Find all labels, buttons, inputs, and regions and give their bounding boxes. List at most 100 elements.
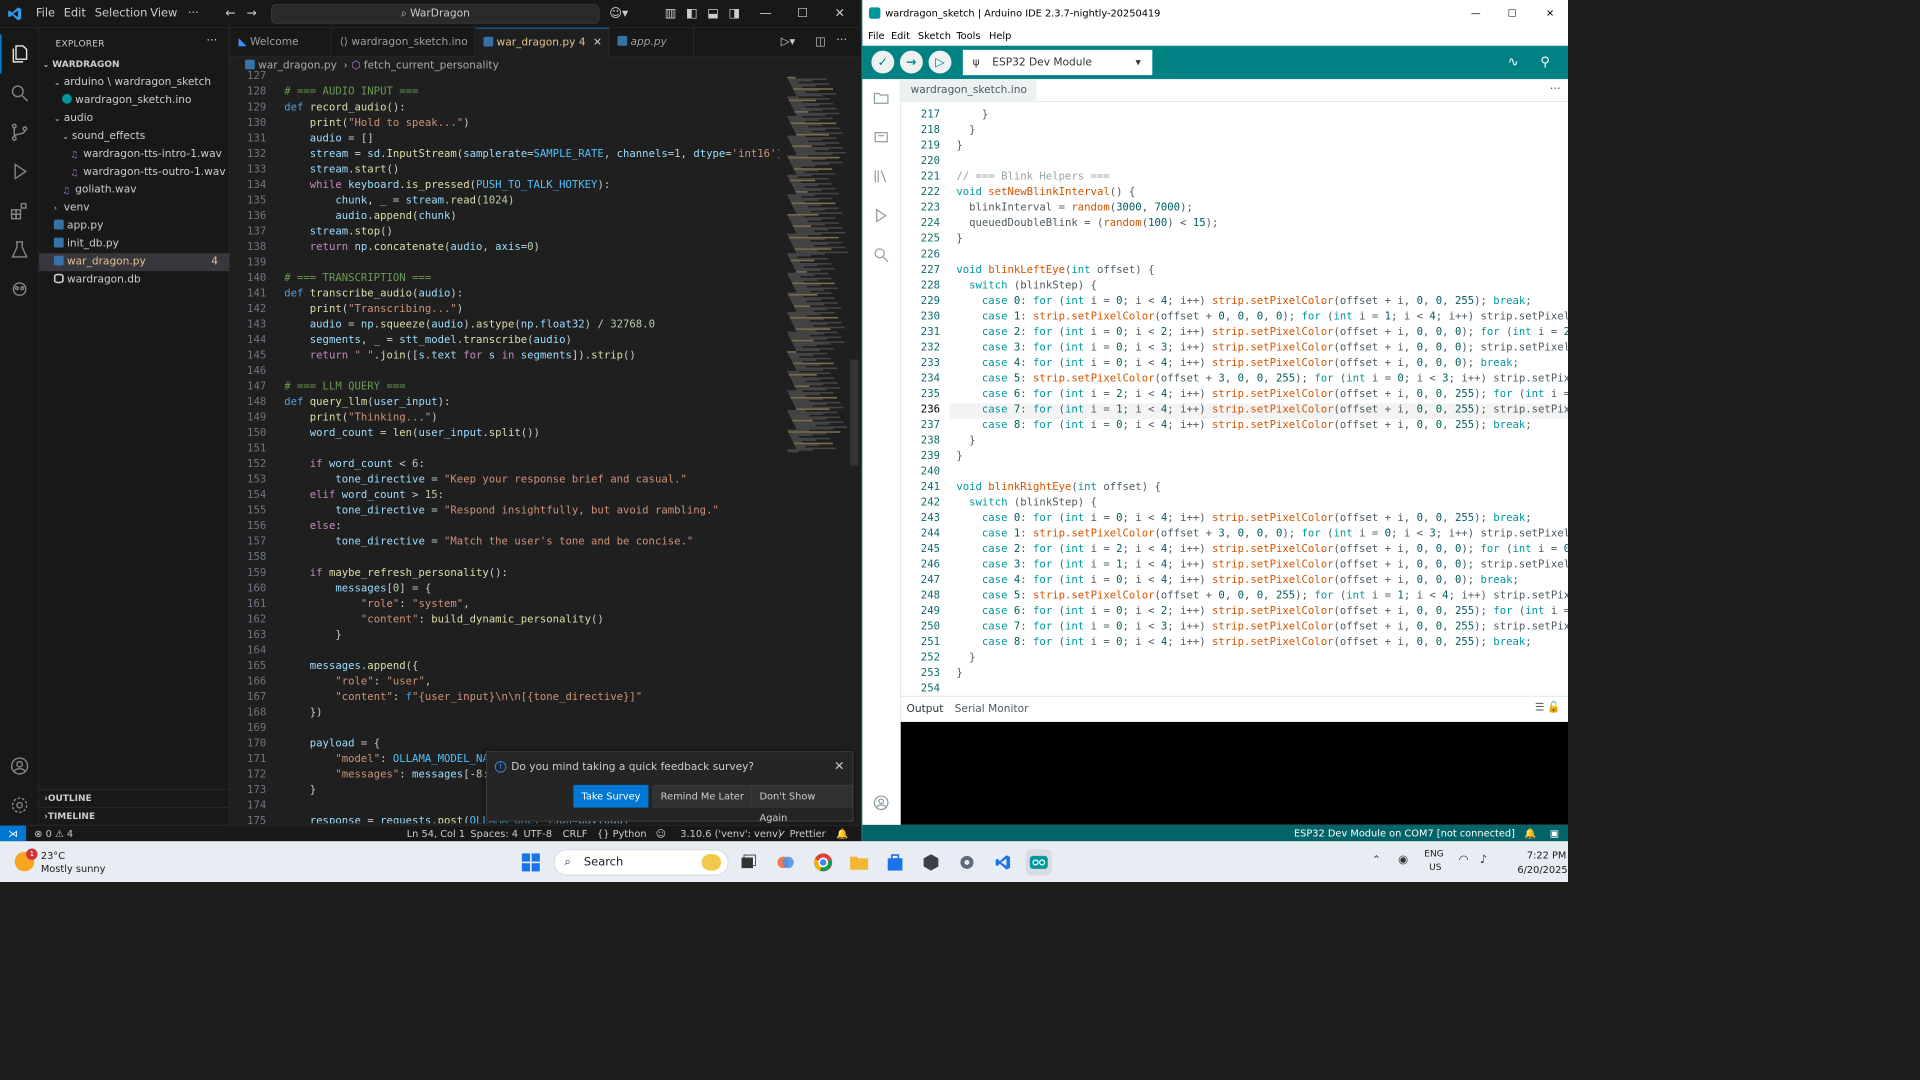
menu-help[interactable]: Help — [989, 26, 1011, 46]
upload-button[interactable]: → — [899, 50, 923, 74]
menu-file[interactable]: File — [36, 7, 55, 20]
tree-item[interactable]: › venv — [39, 199, 229, 217]
tree-item[interactable]: ⌄ sound_effects — [39, 127, 229, 145]
tree-item[interactable]: ⌄ audio — [39, 109, 229, 127]
outline-section[interactable]: ›OUTLINE — [39, 788, 230, 807]
remote-icon[interactable]: ⋊ — [0, 825, 27, 842]
serial-plotter-icon[interactable]: ∿ — [1508, 54, 1519, 70]
take-survey-button[interactable]: Take Survey — [573, 784, 649, 808]
problems-indicator[interactable]: ⊗ 0 ⚠ 4 — [34, 826, 73, 842]
close-notification-icon[interactable]: ✕ — [834, 759, 844, 774]
extensions-icon[interactable] — [0, 191, 39, 230]
copilot-icon[interactable]: ☺▾ — [609, 6, 628, 21]
output-tab[interactable]: Output — [907, 703, 944, 715]
menu-selection[interactable]: Selection — [95, 7, 148, 20]
wifi-icon[interactable]: ◠ — [1459, 853, 1469, 866]
accounts-icon[interactable] — [0, 746, 39, 785]
menu-view[interactable]: View — [150, 7, 177, 20]
taskbar-search[interactable]: ⌕ Search — [553, 849, 729, 876]
clock[interactable]: 7:22 PM 6/20/2025 — [1517, 848, 1567, 877]
language-mode[interactable]: {} Python — [597, 826, 647, 842]
split-editor-icon[interactable]: ◫ — [815, 35, 826, 48]
search-icon[interactable] — [0, 74, 39, 113]
arduino-code-editor[interactable]: 217 } 218 } 219} 220 221 // === Blink Helpers… — [900, 102, 1569, 696]
chrome-icon[interactable] — [810, 849, 836, 875]
store-icon[interactable] — [882, 849, 908, 875]
network-icon[interactable]: ◉ — [1398, 853, 1408, 866]
line-ending[interactable]: CRLF — [563, 826, 588, 842]
chevron-up-icon[interactable]: ⌃ — [1372, 854, 1381, 866]
minimap[interactable] — [784, 75, 850, 824]
keyboard-layout[interactable]: US — [1429, 862, 1441, 873]
tree-item[interactable]: ♫ goliath.wav — [39, 181, 229, 199]
explorer-icon[interactable] — [0, 34, 39, 74]
language-indicator[interactable]: ENG — [1424, 849, 1443, 860]
tree-item[interactable]: war_dragon.py 4 — [39, 252, 230, 271]
sketchbook-folder-icon[interactable] — [872, 89, 890, 107]
breadcrumb-file[interactable]: war_dragon.py — [258, 60, 337, 72]
task-view-icon[interactable] — [735, 849, 761, 875]
copilot-icon[interactable] — [773, 849, 799, 875]
toggle-panel-icon[interactable]: ⬓ — [707, 6, 719, 21]
app-cube-icon[interactable] — [918, 849, 944, 875]
tree-item[interactable]: ⌄ arduino \ wardragon_sketch — [39, 74, 229, 92]
menu-file[interactable]: File — [868, 26, 884, 46]
tab-war-dragon-py[interactable]: war_dragon.py 4 ✕ — [475, 27, 610, 58]
tab-wardragon-sketch[interactable]: ⟨⟩ wardragon_sketch.ino — [332, 27, 476, 58]
minimize-icon[interactable]: — — [760, 6, 772, 21]
board-connection-status[interactable]: ESP32 Dev Module on COM7 [not connected] — [1294, 825, 1515, 841]
copilot-status-icon[interactable]: ☺ — [656, 826, 666, 842]
testing-icon[interactable] — [0, 230, 39, 269]
close-icon[interactable]: ✕ — [835, 6, 845, 21]
prettier-status[interactable]: ✓ Prettier — [778, 826, 825, 842]
weather-widget[interactable]: 1 23°C Mostly sunny — [14, 848, 146, 877]
code-editor[interactable]: # === AUDIO INPUT === def record_audio():… — [284, 75, 779, 823]
clear-output-icon[interactable]: ☰ — [1535, 702, 1545, 714]
tab-close-icon[interactable]: ✕ — [593, 29, 602, 58]
arduino-taskbar-icon[interactable] — [1025, 849, 1052, 876]
volume-icon[interactable]: ♪ — [1480, 853, 1487, 866]
serial-monitor-tab[interactable]: Serial Monitor — [955, 703, 1029, 715]
nav-back-icon[interactable]: ← — [225, 6, 235, 21]
tab-more-icon[interactable]: ··· — [1550, 82, 1561, 95]
command-center-search[interactable]: ⌕ WarDragon — [271, 4, 600, 24]
serial-monitor-icon[interactable]: ⚲ — [1540, 54, 1550, 70]
menu-more[interactable]: ··· — [188, 7, 199, 20]
explorer-more-icon[interactable]: ··· — [206, 34, 217, 47]
nav-forward-icon[interactable]: → — [247, 6, 257, 21]
maximize-icon[interactable]: ☐ — [797, 6, 808, 21]
tree-item[interactable]: init_db.py — [39, 235, 229, 253]
editor-scrollbar[interactable] — [850, 359, 859, 466]
remind-later-button[interactable]: Remind Me Later — [652, 784, 753, 808]
boards-manager-icon[interactable] — [872, 128, 890, 146]
toggle-sidebar-icon[interactable]: ◧ — [686, 6, 698, 21]
notifications-bell-icon[interactable]: 🔔 — [836, 826, 848, 842]
tab-app-py[interactable]: app.py — [609, 27, 695, 58]
editor-more-icon[interactable]: ··· — [836, 33, 847, 46]
file-explorer-icon[interactable] — [846, 849, 872, 875]
manage-gear-icon[interactable] — [0, 786, 39, 825]
profile-icon[interactable] — [872, 794, 890, 812]
close-panel-icon[interactable]: ▣ — [1550, 825, 1559, 841]
source-control-icon[interactable] — [0, 113, 39, 152]
board-selector[interactable]: ψ ESP32 Dev Module ▾ — [962, 49, 1153, 76]
run-file-icon[interactable]: ▷▾ — [781, 35, 796, 48]
tab-wardragon-sketch-ino[interactable]: wardragon_sketch.ino — [900, 79, 1037, 103]
minimize-icon[interactable]: — — [1471, 0, 1481, 26]
library-manager-icon[interactable] — [872, 167, 890, 185]
menu-edit[interactable]: Edit — [891, 26, 910, 46]
notifications-bell-icon[interactable]: 🔔 — [1524, 825, 1536, 841]
indentation[interactable]: Spaces: 4 — [470, 826, 518, 842]
python-interpreter[interactable]: 3.10.6 ('venv': venv) — [680, 826, 781, 842]
toggle-secondary-sidebar-icon[interactable]: ◨ — [728, 6, 740, 21]
menu-tools[interactable]: Tools — [956, 26, 980, 46]
close-icon[interactable]: ✕ — [1546, 0, 1554, 26]
tree-item[interactable]: wardragon_sketch.ino — [39, 91, 229, 109]
encoding[interactable]: UTF-8 — [523, 826, 552, 842]
settings-gear-icon[interactable] — [954, 849, 980, 875]
tree-item[interactable]: wardragon.db — [39, 271, 229, 289]
vscode-taskbar-icon[interactable] — [990, 849, 1016, 875]
tree-item[interactable]: app.py — [39, 217, 229, 235]
lock-scroll-icon[interactable]: 🔓 — [1547, 702, 1560, 714]
layout-icon[interactable]: ▥ — [665, 6, 677, 21]
